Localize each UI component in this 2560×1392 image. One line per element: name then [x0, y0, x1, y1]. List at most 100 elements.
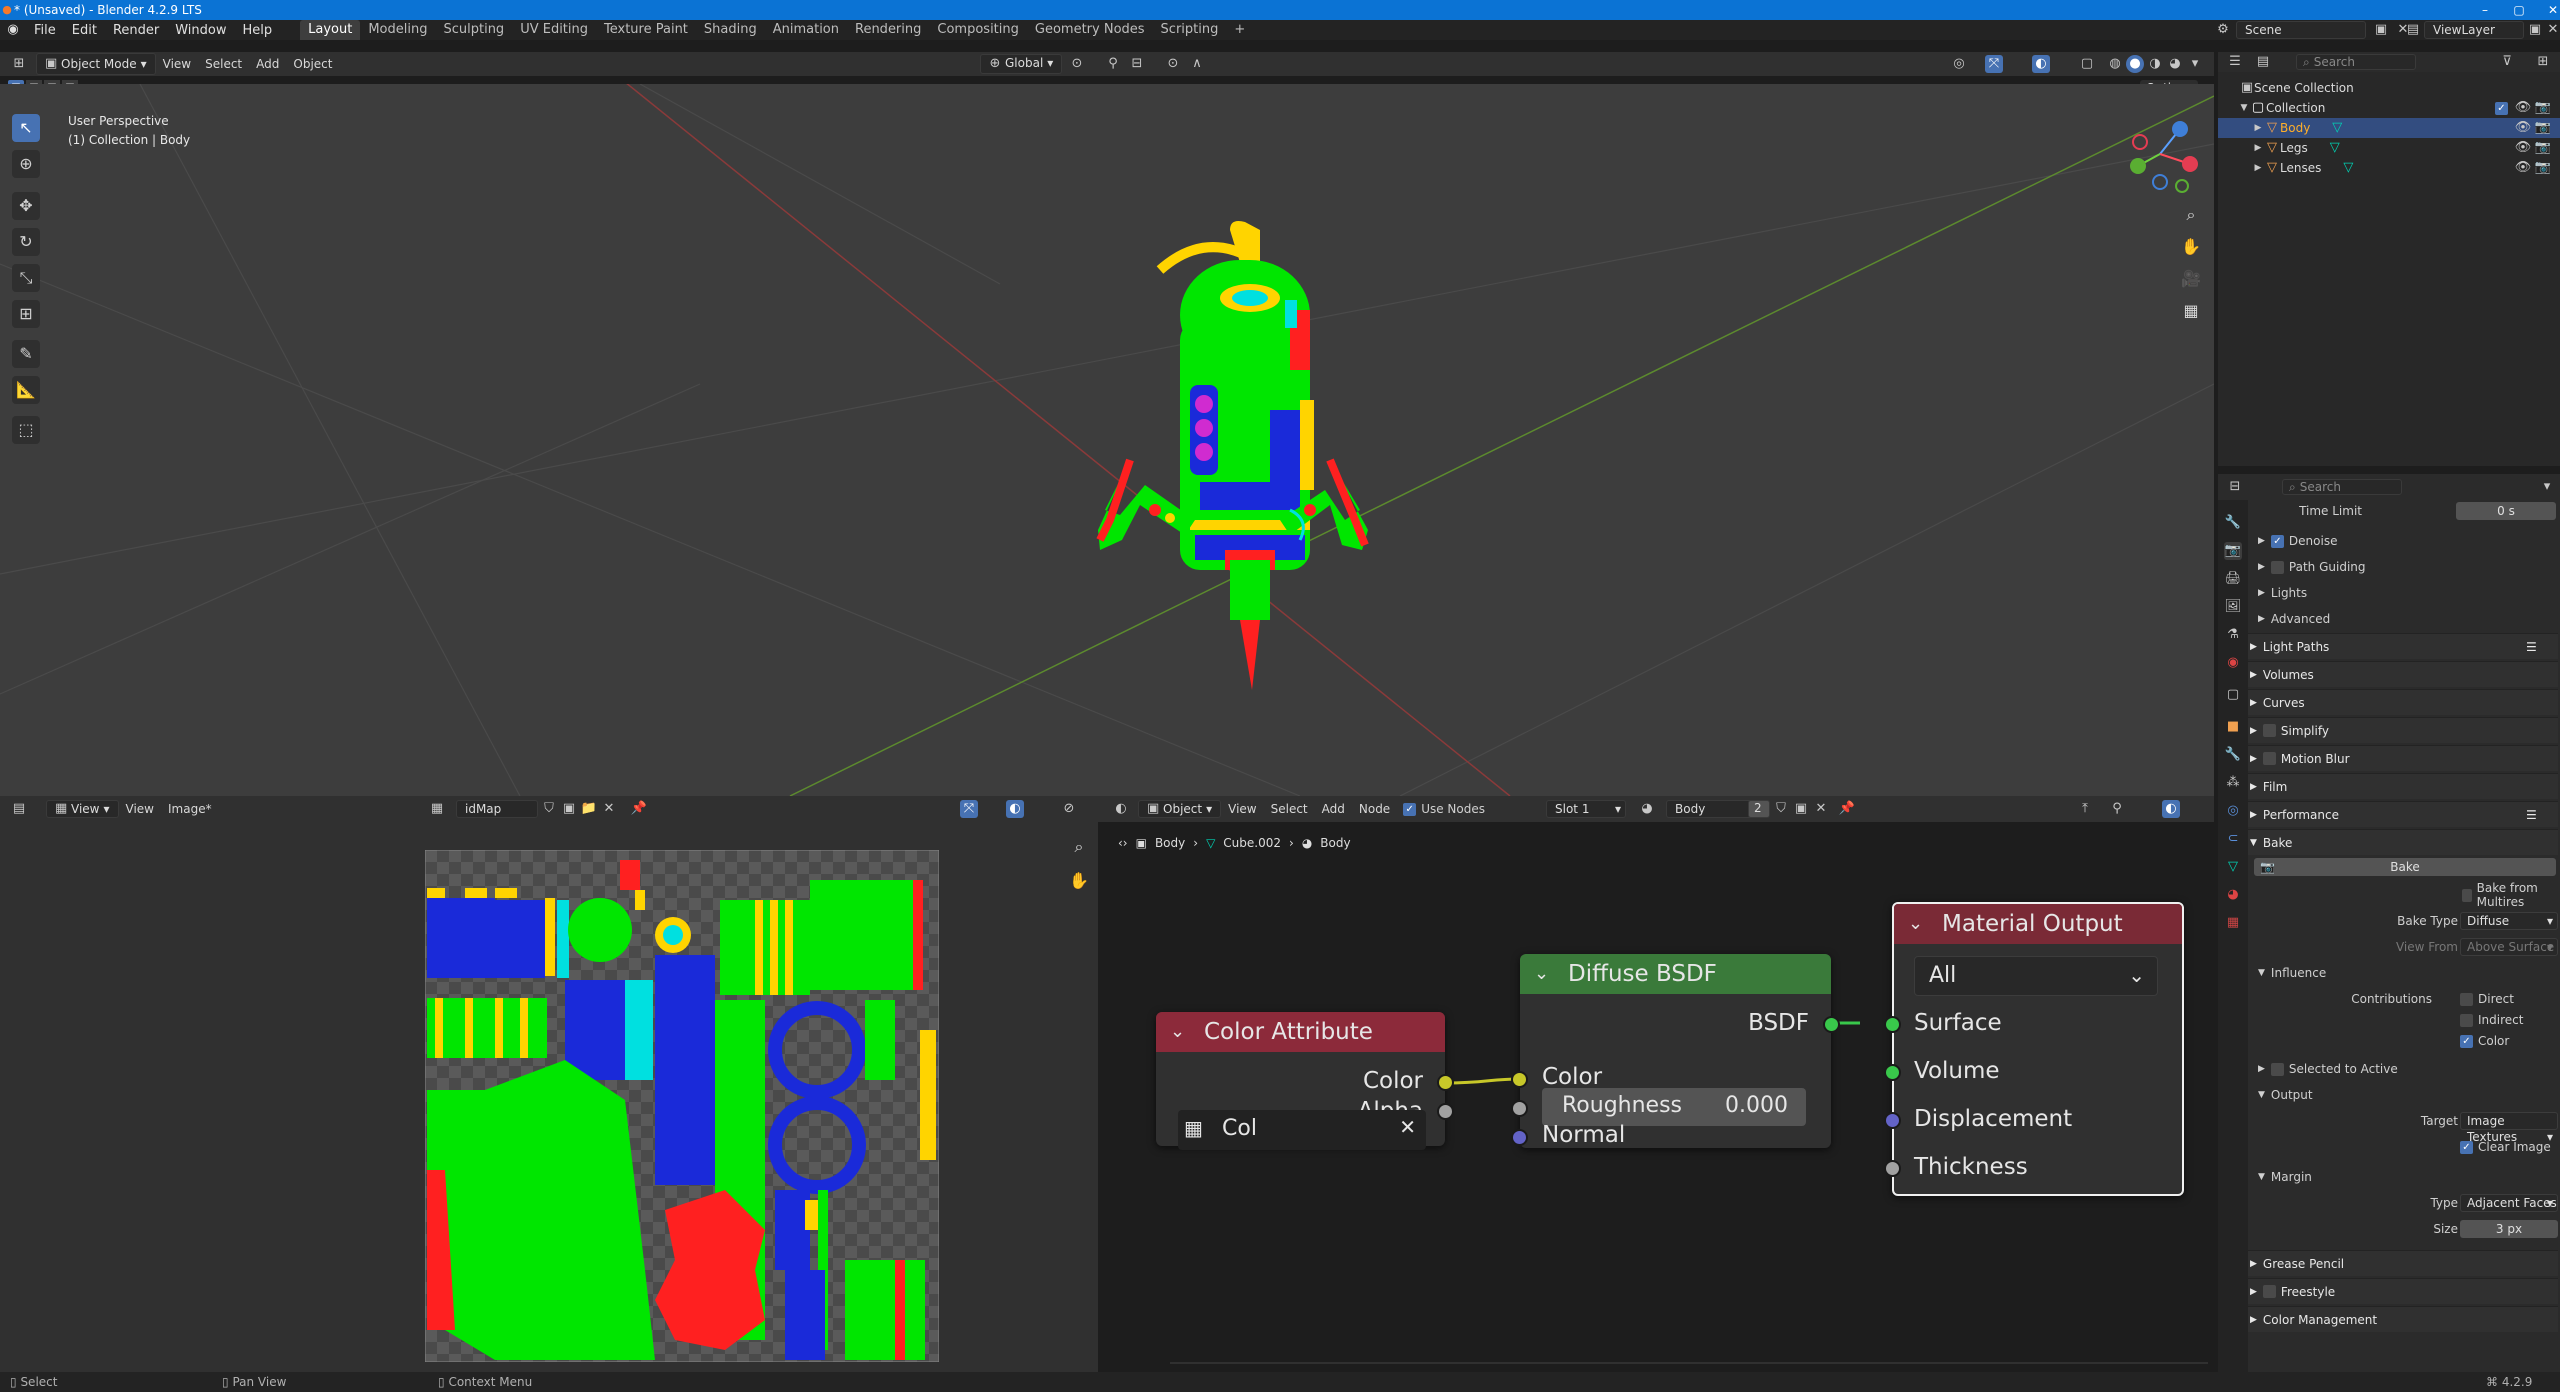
shading-options-icon[interactable]: ▾	[2186, 55, 2204, 73]
output-subsection[interactable]: ▼ Output	[2248, 1082, 2560, 1108]
tab-sculpting[interactable]: Sculpting	[435, 20, 512, 40]
view-layer-selector[interactable]: ViewLayer	[2424, 21, 2524, 39]
cursor-tool-button[interactable]: ⊕	[12, 150, 40, 178]
displacement-input-socket[interactable]	[1884, 1112, 1901, 1129]
select-tool-button[interactable]: ↖	[12, 114, 40, 142]
outliner-item-lenses[interactable]: ▶ ▽ Lenses ▽ 👁 📷	[2218, 158, 2560, 178]
snap-target-icon[interactable]: ⊟	[1128, 55, 1146, 73]
transform-tool-button[interactable]: ⊞	[12, 300, 40, 328]
use-nodes-checkbox[interactable]: ✓	[1403, 802, 1417, 816]
normal-input-socket[interactable]	[1511, 1129, 1528, 1146]
clear-image-row[interactable]: ✓ Clear Image	[2248, 1134, 2560, 1160]
scene-collection-row[interactable]: ▣ Scene Collection	[2218, 78, 2560, 98]
legs-render-icon[interactable]: 📷	[2534, 139, 2552, 157]
image-overlay-icon[interactable]: ◐	[1006, 800, 1024, 818]
scene-selector[interactable]: Scene	[2236, 21, 2366, 39]
volumes-section[interactable]: ▶ Volumes	[2248, 661, 2558, 687]
material-name-field[interactable]: Body	[1666, 800, 1756, 818]
parent-node-tree-icon[interactable]: ⤒	[2076, 800, 2094, 818]
tab-layout[interactable]: Layout	[300, 20, 361, 40]
color-attribute-node[interactable]: ⌄Color Attribute Color Alpha ▦ Col ✕	[1156, 1012, 1454, 1150]
menu-help[interactable]: Help	[235, 23, 281, 38]
node-editor-type-icon[interactable]: ◐	[1112, 800, 1130, 818]
gizmo-icon[interactable]: ⤧	[1985, 55, 2003, 73]
simplify-section[interactable]: ▶ Simplify	[2248, 717, 2558, 743]
object-mode-dropdown[interactable]: ▣ Object Mode ▾	[36, 53, 156, 75]
duplicate-material-icon[interactable]: ▣	[1792, 800, 1810, 818]
advanced-row[interactable]: ▶ Advanced	[2248, 606, 2560, 632]
add-workspace-icon[interactable]: +	[1226, 20, 1253, 40]
motion-blur-checkbox[interactable]	[2262, 752, 2276, 765]
tab-modeling[interactable]: Modeling	[360, 20, 435, 40]
image-zoom-icon[interactable]: ⌕	[1066, 834, 1092, 860]
filter-icon[interactable]: ⊽	[2498, 53, 2516, 71]
node-menu-node[interactable]: Node	[1352, 802, 1397, 816]
expand-arrow-icon[interactable]: ▶	[2252, 159, 2264, 177]
object-tab-icon[interactable]: ■	[2224, 718, 2242, 736]
pivot-icon[interactable]: ⊙	[1068, 55, 1086, 73]
bsdf-output-socket[interactable]	[1823, 1016, 1840, 1033]
new-image-icon[interactable]: ▣	[560, 800, 578, 818]
rendered-shading-icon[interactable]: ◕	[2166, 55, 2184, 73]
target-dropdown[interactable]: Image Textures ▾	[2460, 1112, 2558, 1144]
color-attribute-field[interactable]: ▦ Col ✕	[1178, 1110, 1426, 1150]
delete-view-layer-icon[interactable]: ✕	[2544, 21, 2560, 39]
move-tool-button[interactable]: ✥	[12, 192, 40, 220]
snap-node-icon[interactable]: ⚲	[2108, 800, 2126, 818]
image-pan-icon[interactable]: ✋	[1066, 868, 1092, 894]
menu-file[interactable]: File	[26, 23, 64, 38]
denoise-checkbox[interactable]: ✓	[2270, 534, 2284, 548]
uv-texture-image[interactable]	[425, 850, 939, 1362]
lights-row[interactable]: ▶ Lights	[2248, 580, 2560, 606]
tab-rendering[interactable]: Rendering	[847, 20, 929, 40]
robot-model[interactable]	[1030, 220, 1430, 740]
viewport-menu-add[interactable]: Add	[249, 57, 286, 71]
color-row[interactable]: ✓ Color	[2248, 1028, 2560, 1054]
properties-search[interactable]: ⌕ Search	[2282, 479, 2402, 495]
color-checkbox-row[interactable]: ✓ Color	[2460, 1034, 2509, 1048]
material-browse-icon[interactable]: ◕	[1638, 800, 1656, 818]
image-editor-type-icon[interactable]: ▤	[10, 800, 28, 818]
material-output-header[interactable]: ⌄ Material Output	[1894, 904, 2182, 944]
image-name-field[interactable]: idMap	[456, 800, 538, 818]
presets-icon[interactable]: ☰	[2526, 808, 2537, 822]
menu-render[interactable]: Render	[105, 23, 167, 38]
legs-visibility-icon[interactable]: 👁	[2514, 139, 2532, 157]
tab-scripting[interactable]: Scripting	[1153, 20, 1227, 40]
freestyle-checkbox[interactable]	[2262, 1285, 2276, 1298]
node-menu-select[interactable]: Select	[1264, 802, 1315, 816]
light-paths-section[interactable]: ▶ Light Paths ☰	[2248, 633, 2558, 659]
tab-geometry-nodes[interactable]: Geometry Nodes	[1027, 20, 1153, 40]
tab-uv-editing[interactable]: UV Editing	[512, 20, 596, 40]
ortho-grid-icon[interactable]: ▦	[2178, 298, 2204, 324]
lenses-visibility-icon[interactable]: 👁	[2514, 159, 2532, 177]
bake-from-multires-checkbox[interactable]	[2462, 888, 2472, 902]
wireframe-shading-icon[interactable]: ◍	[2106, 55, 2124, 73]
expand-arrow-icon[interactable]: ▶	[2252, 119, 2264, 137]
margin-subsection[interactable]: ▼ Margin	[2248, 1164, 2560, 1190]
collapse-node-icon[interactable]: ⌄	[1534, 954, 1549, 994]
properties-editor-icon[interactable]: ⊟	[2226, 478, 2244, 496]
new-collection-icon[interactable]: ⊞	[2534, 53, 2552, 71]
output-tab-icon[interactable]: 🖨	[2224, 570, 2242, 588]
material-output-node-body[interactable]: ⌄ Material Output All ⌄ Surface Volume Di…	[1884, 902, 2184, 1196]
overlay-icon[interactable]: ◐	[2032, 55, 2050, 73]
curves-section[interactable]: ▶ Curves	[2248, 689, 2558, 715]
grease-pencil-section[interactable]: ▶ Grease Pencil	[2248, 1250, 2558, 1276]
texture-tab-icon[interactable]: ▦	[2224, 914, 2242, 932]
collapse-node-icon[interactable]: ⌄	[1170, 1012, 1185, 1052]
tab-animation[interactable]: Animation	[765, 20, 847, 40]
alpha-output-socket[interactable]	[1437, 1103, 1454, 1120]
color-output-socket[interactable]	[1437, 1074, 1454, 1091]
motion-blur-section[interactable]: ▶ Motion Blur	[2248, 745, 2558, 771]
node-pin-icon[interactable]: 📌	[1838, 800, 1856, 818]
material-tab-icon[interactable]: ◕	[2224, 886, 2242, 904]
image-menu-view[interactable]: View	[119, 802, 161, 816]
unlink-image-icon[interactable]: ✕	[600, 800, 618, 818]
camera-view-icon[interactable]: 🎥	[2178, 266, 2204, 292]
node-menu-add[interactable]: Add	[1315, 802, 1352, 816]
thickness-input-socket[interactable]	[1884, 1160, 1901, 1177]
film-section[interactable]: ▶ Film	[2248, 773, 2558, 799]
new-view-layer-icon[interactable]: ▣	[2526, 21, 2544, 39]
color-management-section[interactable]: ▶ Color Management	[2248, 1306, 2558, 1332]
